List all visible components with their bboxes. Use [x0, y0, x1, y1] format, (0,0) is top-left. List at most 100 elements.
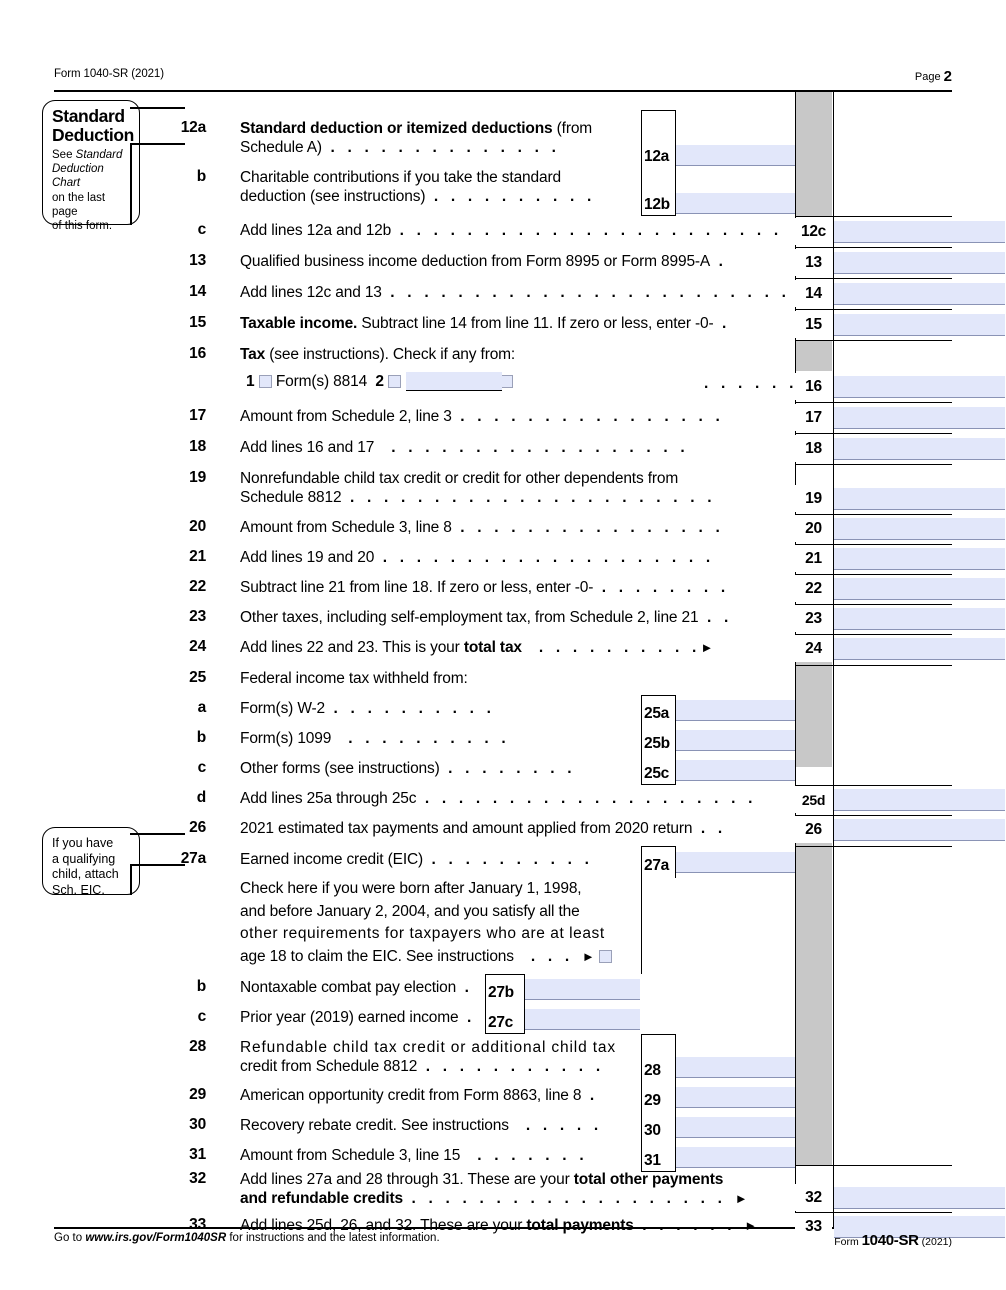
line-21-entry-field[interactable]	[834, 548, 1005, 570]
line-19-text: Nonrefundable child tax credit or credit…	[240, 469, 800, 507]
line-24-entry-field[interactable]	[834, 638, 1005, 660]
line-33-dots: . . . . . .	[633, 1217, 745, 1234]
standard-deduction-title: Standard Deduction	[52, 106, 134, 145]
line-25c-box-label: 25c	[644, 765, 669, 782]
line-30-number: 30	[189, 1116, 206, 1133]
line-29-entry-field[interactable]	[676, 1087, 795, 1108]
line-25a-row: a Form(s) W-2 . . . . . . . . . . 25a	[54, 695, 952, 725]
standard-deduction-note-italic1: Standard	[75, 149, 123, 161]
line-29-number: 29	[189, 1086, 206, 1103]
line-27a-check-dots: . . .	[513, 947, 582, 965]
eic-bracket-bottom	[130, 864, 185, 867]
line-12b-text2: deduction (see instructions)	[240, 188, 426, 205]
line-13-box-label: 13	[795, 249, 832, 276]
line-25c-row: c Other forms (see instructions) . . . .…	[54, 755, 952, 785]
line-20-number: 20	[189, 518, 206, 535]
line-28-entry-field[interactable]	[676, 1057, 795, 1078]
standard-deduction-callout: Standard Deduction See Standard Deductio…	[42, 100, 140, 232]
line-14-text-value: Add lines 12c and 13	[240, 284, 382, 301]
line-14-entry-field[interactable]	[834, 283, 1005, 305]
footer-goto-url[interactable]: www.irs.gov/Form1040SR	[85, 1232, 226, 1244]
line-30-entry-field[interactable]	[676, 1117, 795, 1138]
line-23-box-label: 23	[795, 605, 832, 632]
line-16-opt1-checkbox[interactable]	[258, 375, 272, 388]
line-13-text-value: Qualified business income deduction from…	[240, 253, 711, 270]
line-25c-entry-field[interactable]	[676, 760, 795, 781]
line-16-text-value: (see instructions). Check if any from:	[265, 346, 516, 363]
line-24-dots: . . . . . . . . . .	[521, 639, 701, 656]
line-16-opt1-label: Form(s) 8814	[275, 373, 368, 390]
line-27c-box-label: 27c	[488, 1014, 513, 1031]
line-31-number: 31	[189, 1146, 206, 1163]
line-25-row: 25 Federal income tax withheld from:	[54, 665, 952, 695]
line-12c-number: c	[197, 221, 207, 238]
line-27a-row: 27a Earned income credit (EIC) . . . . .…	[54, 846, 952, 878]
line-14-box-label: 14	[795, 280, 832, 307]
line-32-entry-field[interactable]	[834, 1187, 1005, 1209]
line-15-text-value: Subtract line 14 from line 11. If zero o…	[357, 315, 714, 332]
line-12a-entry-field[interactable]	[676, 145, 795, 166]
page-header: Form 1040-SR (2021) Page 2	[54, 68, 952, 88]
line-16-opt2-checkbox[interactable]	[388, 375, 402, 388]
line-20-entry-field[interactable]	[834, 518, 1005, 540]
line-31-text: Amount from Schedule 3, line 15 . . . . …	[240, 1146, 690, 1165]
sd-bracket-bottom	[130, 143, 185, 146]
eic-callout: If you have a qualifying child, attach S…	[42, 827, 140, 897]
line-27a-text-value: Earned income credit (EIC)	[240, 851, 424, 868]
line-12b-entry-field[interactable]	[676, 193, 795, 214]
line-16-opt2-number: 2	[375, 373, 384, 390]
line-15-entry-field[interactable]	[834, 314, 1005, 336]
line-14-dots: . . . . . . . . . . . . . . . . . . . . …	[381, 284, 791, 301]
line-25d-entry-field[interactable]	[834, 789, 1005, 811]
line-25a-text-value: Form(s) W-2	[240, 700, 326, 717]
line-18-text-value: Add lines 16 and 17	[240, 439, 375, 456]
sd-bracket-top	[130, 106, 185, 109]
line-12a-text-bold: Standard deduction or itemized deduction…	[240, 120, 553, 137]
line-22-entry-field[interactable]	[834, 578, 1005, 600]
line-27a-checkbox[interactable]	[598, 949, 612, 963]
line-27c-entry-field[interactable]	[525, 1009, 640, 1030]
line-15-text: Taxable income. Subtract line 14 from li…	[240, 314, 800, 333]
line-27a-checkbox-paragraph: Check here if you were born after Januar…	[54, 846, 952, 974]
line-15-dots: .	[713, 315, 731, 332]
line-26-row: 26 2021 estimated tax payments and amoun…	[54, 815, 1005, 846]
line-21-dots: . . . . . . . . . . . . . . . . . . . .	[374, 549, 715, 566]
line-32-bold2: and refundable credits	[240, 1190, 403, 1207]
line-26-entry-field[interactable]	[834, 819, 1005, 841]
line-17-box-label: 17	[795, 404, 832, 431]
line-15-box-label: 15	[795, 311, 832, 338]
line-12b-text: Charitable contributions if you take the…	[240, 168, 690, 206]
line-27b-entry-field[interactable]	[525, 979, 640, 1000]
line-12a-box-label: 12a	[644, 148, 669, 165]
standard-deduction-title-line1: Standard	[52, 106, 125, 126]
line-27a-check-line1: Check here if you were born after Januar…	[240, 880, 582, 897]
line-19-entry-field[interactable]	[834, 488, 1005, 510]
line-27a-arrow-icon: ►	[581, 948, 595, 964]
page-number-value: 2	[943, 68, 952, 85]
line-12c-entry-field[interactable]	[834, 221, 1005, 243]
line-16-opt3-text-field[interactable]	[406, 372, 502, 391]
line-25-number: 25	[189, 669, 206, 686]
line-13-entry-field[interactable]	[834, 252, 1005, 274]
line-23-row: 23 Other taxes, including self-employmen…	[54, 604, 1005, 634]
line-29-text: American opportunity credit from Form 88…	[240, 1086, 690, 1105]
line-22-box-label: 22	[795, 575, 832, 602]
line-23-entry-field[interactable]	[834, 608, 1005, 630]
line-17-entry-field[interactable]	[834, 407, 1005, 429]
line-15-bold: Taxable income.	[240, 315, 358, 332]
line-25a-entry-field[interactable]	[676, 700, 795, 721]
line-25b-entry-field[interactable]	[676, 730, 795, 751]
line-32-number: 32	[189, 1170, 206, 1187]
line-16-entry-field[interactable]	[834, 376, 1005, 398]
line-24-box-label: 24	[795, 635, 832, 662]
line-27a-dots: . . . . . . . . . .	[423, 851, 594, 868]
line-29-box-label: 29	[644, 1092, 661, 1109]
line-27a-check-line2: and before January 2, 2004, and you sati…	[240, 902, 580, 920]
line-25d-text: Add lines 25a through 25c . . . . . . . …	[240, 789, 800, 808]
line-25a-number: a	[197, 699, 207, 716]
line-25c-text: Other forms (see instructions) . . . . .…	[240, 759, 690, 778]
line-30-text-value: Recovery rebate credit. See instructions	[240, 1117, 509, 1134]
line-27c-dots: .	[458, 1009, 476, 1026]
standard-deduction-note-prefix: See	[52, 149, 76, 161]
line-18-entry-field[interactable]	[834, 438, 1005, 460]
